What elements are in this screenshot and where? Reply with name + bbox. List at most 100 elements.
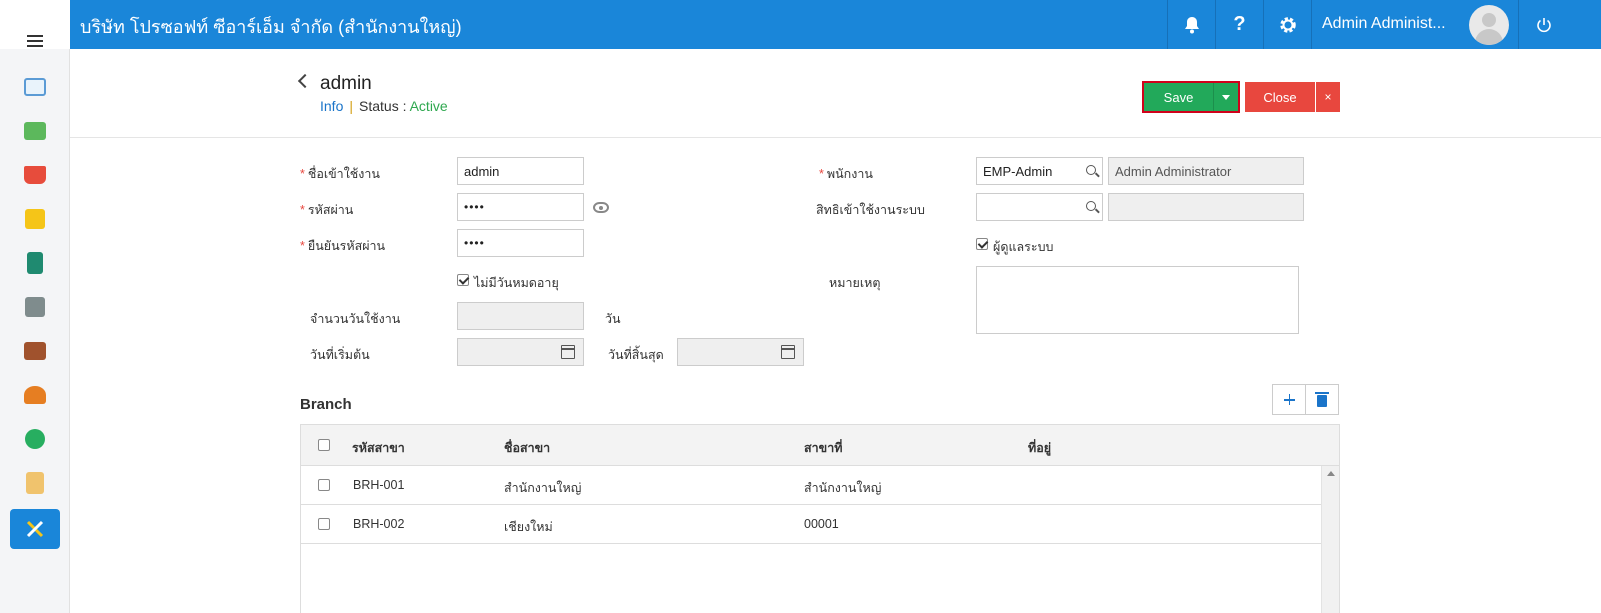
select-all-checkbox[interactable] xyxy=(318,439,330,451)
tools-icon xyxy=(26,520,44,538)
start-date-input[interactable] xyxy=(457,338,584,366)
save-button[interactable]: Save xyxy=(1144,83,1214,111)
employee-code-input[interactable]: EMP-Admin xyxy=(976,157,1103,185)
check-icon xyxy=(25,429,45,449)
save-dropdown-button[interactable] xyxy=(1214,83,1238,111)
sidebar-item-bank[interactable] xyxy=(10,287,60,327)
help-button[interactable]: ? xyxy=(1215,0,1263,49)
no-expire-label: ไม่มีวันหมดอายุ xyxy=(474,276,559,290)
hamburger-icon xyxy=(27,35,43,37)
calendar-icon[interactable] xyxy=(561,345,575,359)
start-date-label: วันที่เริ่มต้น xyxy=(310,348,370,362)
user-name: Admin Administ... xyxy=(1322,15,1446,32)
back-chevron-icon[interactable] xyxy=(297,73,313,89)
row-checkbox[interactable] xyxy=(318,518,330,530)
close-x-button[interactable]: × xyxy=(1316,82,1340,112)
sidebar xyxy=(0,49,70,613)
breadcrumb: Info | Status : Active xyxy=(320,98,448,114)
hamburger-icon-line xyxy=(27,40,43,42)
column-header-code[interactable]: รหัสสาขา xyxy=(352,438,405,458)
sidebar-item-approval[interactable] xyxy=(10,419,60,459)
table-row[interactable]: BRH-002 เชียงใหม่ 00001 xyxy=(301,505,1322,544)
branch-code: BRH-001 xyxy=(353,478,405,492)
permission-name-field xyxy=(1108,193,1304,221)
delete-branch-button[interactable] xyxy=(1305,384,1339,415)
box-icon xyxy=(25,209,45,229)
search-icon[interactable] xyxy=(1086,165,1096,175)
permission-label: สิทธิเข้าใช้งานระบบ xyxy=(816,203,925,217)
table-header: รหัสสาขา ชื่อสาขา สาขาที่ ที่อยู่ xyxy=(301,425,1339,466)
cart-icon xyxy=(24,166,46,184)
branch-section-title: Branch xyxy=(300,396,352,413)
column-header-address[interactable]: ที่อยู่ xyxy=(1028,438,1051,458)
dashboard-icon xyxy=(24,78,46,96)
sidebar-item-settings[interactable] xyxy=(10,509,60,549)
sysadmin-checkbox[interactable] xyxy=(976,238,988,250)
company-name: บริษัท โปรซอฟท์ ซีอาร์เอ็ม จำกัด (สำนักง… xyxy=(80,17,462,37)
branch-name: สำนักงานใหญ่ xyxy=(504,481,582,495)
page-title: admin xyxy=(320,73,372,94)
sidebar-item-sales[interactable] xyxy=(10,155,60,195)
end-date-label: วันที่สิ้นสุด xyxy=(608,348,664,362)
confirm-password-input[interactable]: •••• xyxy=(457,229,584,257)
branch-code: BRH-002 xyxy=(353,517,405,531)
trash-icon xyxy=(1315,392,1329,407)
people-icon xyxy=(24,386,46,404)
row-checkbox[interactable] xyxy=(318,479,330,491)
days-input[interactable] xyxy=(457,302,584,330)
no-expire-checkbox[interactable] xyxy=(457,274,469,286)
table-row[interactable]: BRH-001 สำนักงานใหญ่ สำนักงานใหญ่ xyxy=(301,466,1322,505)
branch-no: สำนักงานใหญ่ xyxy=(804,481,882,495)
menu-toggle-button[interactable] xyxy=(0,0,70,49)
money-icon xyxy=(24,122,46,140)
header-divider xyxy=(70,137,1601,138)
close-button[interactable]: Close xyxy=(1245,82,1315,112)
scroll-up-icon[interactable] xyxy=(1327,471,1335,476)
sidebar-item-documents[interactable] xyxy=(10,463,60,503)
table-scrollbar[interactable] xyxy=(1321,466,1339,613)
info-link[interactable]: Info xyxy=(320,98,343,114)
sysadmin-label: ผู้ดูแลระบบ xyxy=(993,240,1054,254)
separator: | xyxy=(349,98,353,114)
password-input[interactable]: •••• xyxy=(457,193,584,221)
branch-table: รหัสสาขา ชื่อสาขา สาขาที่ ที่อยู่ BRH-00… xyxy=(300,424,1340,613)
status-label: Status : xyxy=(359,98,407,114)
sidebar-item-inventory[interactable] xyxy=(10,199,60,239)
note-label: หมายเหตุ xyxy=(829,276,881,290)
username-label: * ชื่อเข้าใช้งาน xyxy=(300,167,380,181)
save-button-group: Save xyxy=(1142,81,1240,113)
bell-icon xyxy=(1184,16,1199,33)
logout-button[interactable] xyxy=(1518,0,1568,49)
employee-name-field: Admin Administrator xyxy=(1108,157,1304,185)
settings-button[interactable] xyxy=(1263,0,1311,49)
sidebar-item-accounting[interactable] xyxy=(10,243,60,283)
calendar-icon[interactable] xyxy=(781,345,795,359)
permission-input[interactable] xyxy=(976,193,1103,221)
sidebar-item-dashboard[interactable] xyxy=(10,67,60,107)
user-menu[interactable]: Admin Administ... xyxy=(1311,0,1531,49)
question-icon: ? xyxy=(1233,13,1246,35)
add-branch-button[interactable] xyxy=(1272,384,1306,415)
column-header-branch-no[interactable]: สาขาที่ xyxy=(804,438,842,458)
username-input[interactable]: admin xyxy=(457,157,584,185)
column-header-name[interactable]: ชื่อสาขา xyxy=(504,438,550,458)
note-textarea[interactable] xyxy=(976,266,1299,334)
hamburger-icon-line xyxy=(27,45,43,47)
end-date-input[interactable] xyxy=(677,338,804,366)
days-unit: วัน xyxy=(605,312,621,326)
book-icon xyxy=(27,252,43,274)
sidebar-item-money[interactable] xyxy=(10,111,60,151)
notification-button[interactable] xyxy=(1167,0,1215,49)
top-bar: บริษัท โปรซอฟท์ ซีอาร์เอ็ม จำกัด (สำนักง… xyxy=(0,0,1601,49)
days-label: จำนวนวันใช้งาน xyxy=(310,312,401,326)
search-icon[interactable] xyxy=(1086,201,1096,211)
confirm-password-label: * ยืนยันรหัสผ่าน xyxy=(300,239,386,253)
branch-name: เชียงใหม่ xyxy=(504,520,553,534)
caret-down-icon xyxy=(1222,94,1230,100)
sidebar-item-wallet[interactable] xyxy=(10,331,60,371)
gear-icon xyxy=(1279,16,1296,33)
sidebar-item-hr[interactable] xyxy=(10,375,60,415)
status-badge: Active xyxy=(409,98,448,114)
eye-icon[interactable] xyxy=(593,202,609,213)
power-icon xyxy=(1536,17,1551,32)
